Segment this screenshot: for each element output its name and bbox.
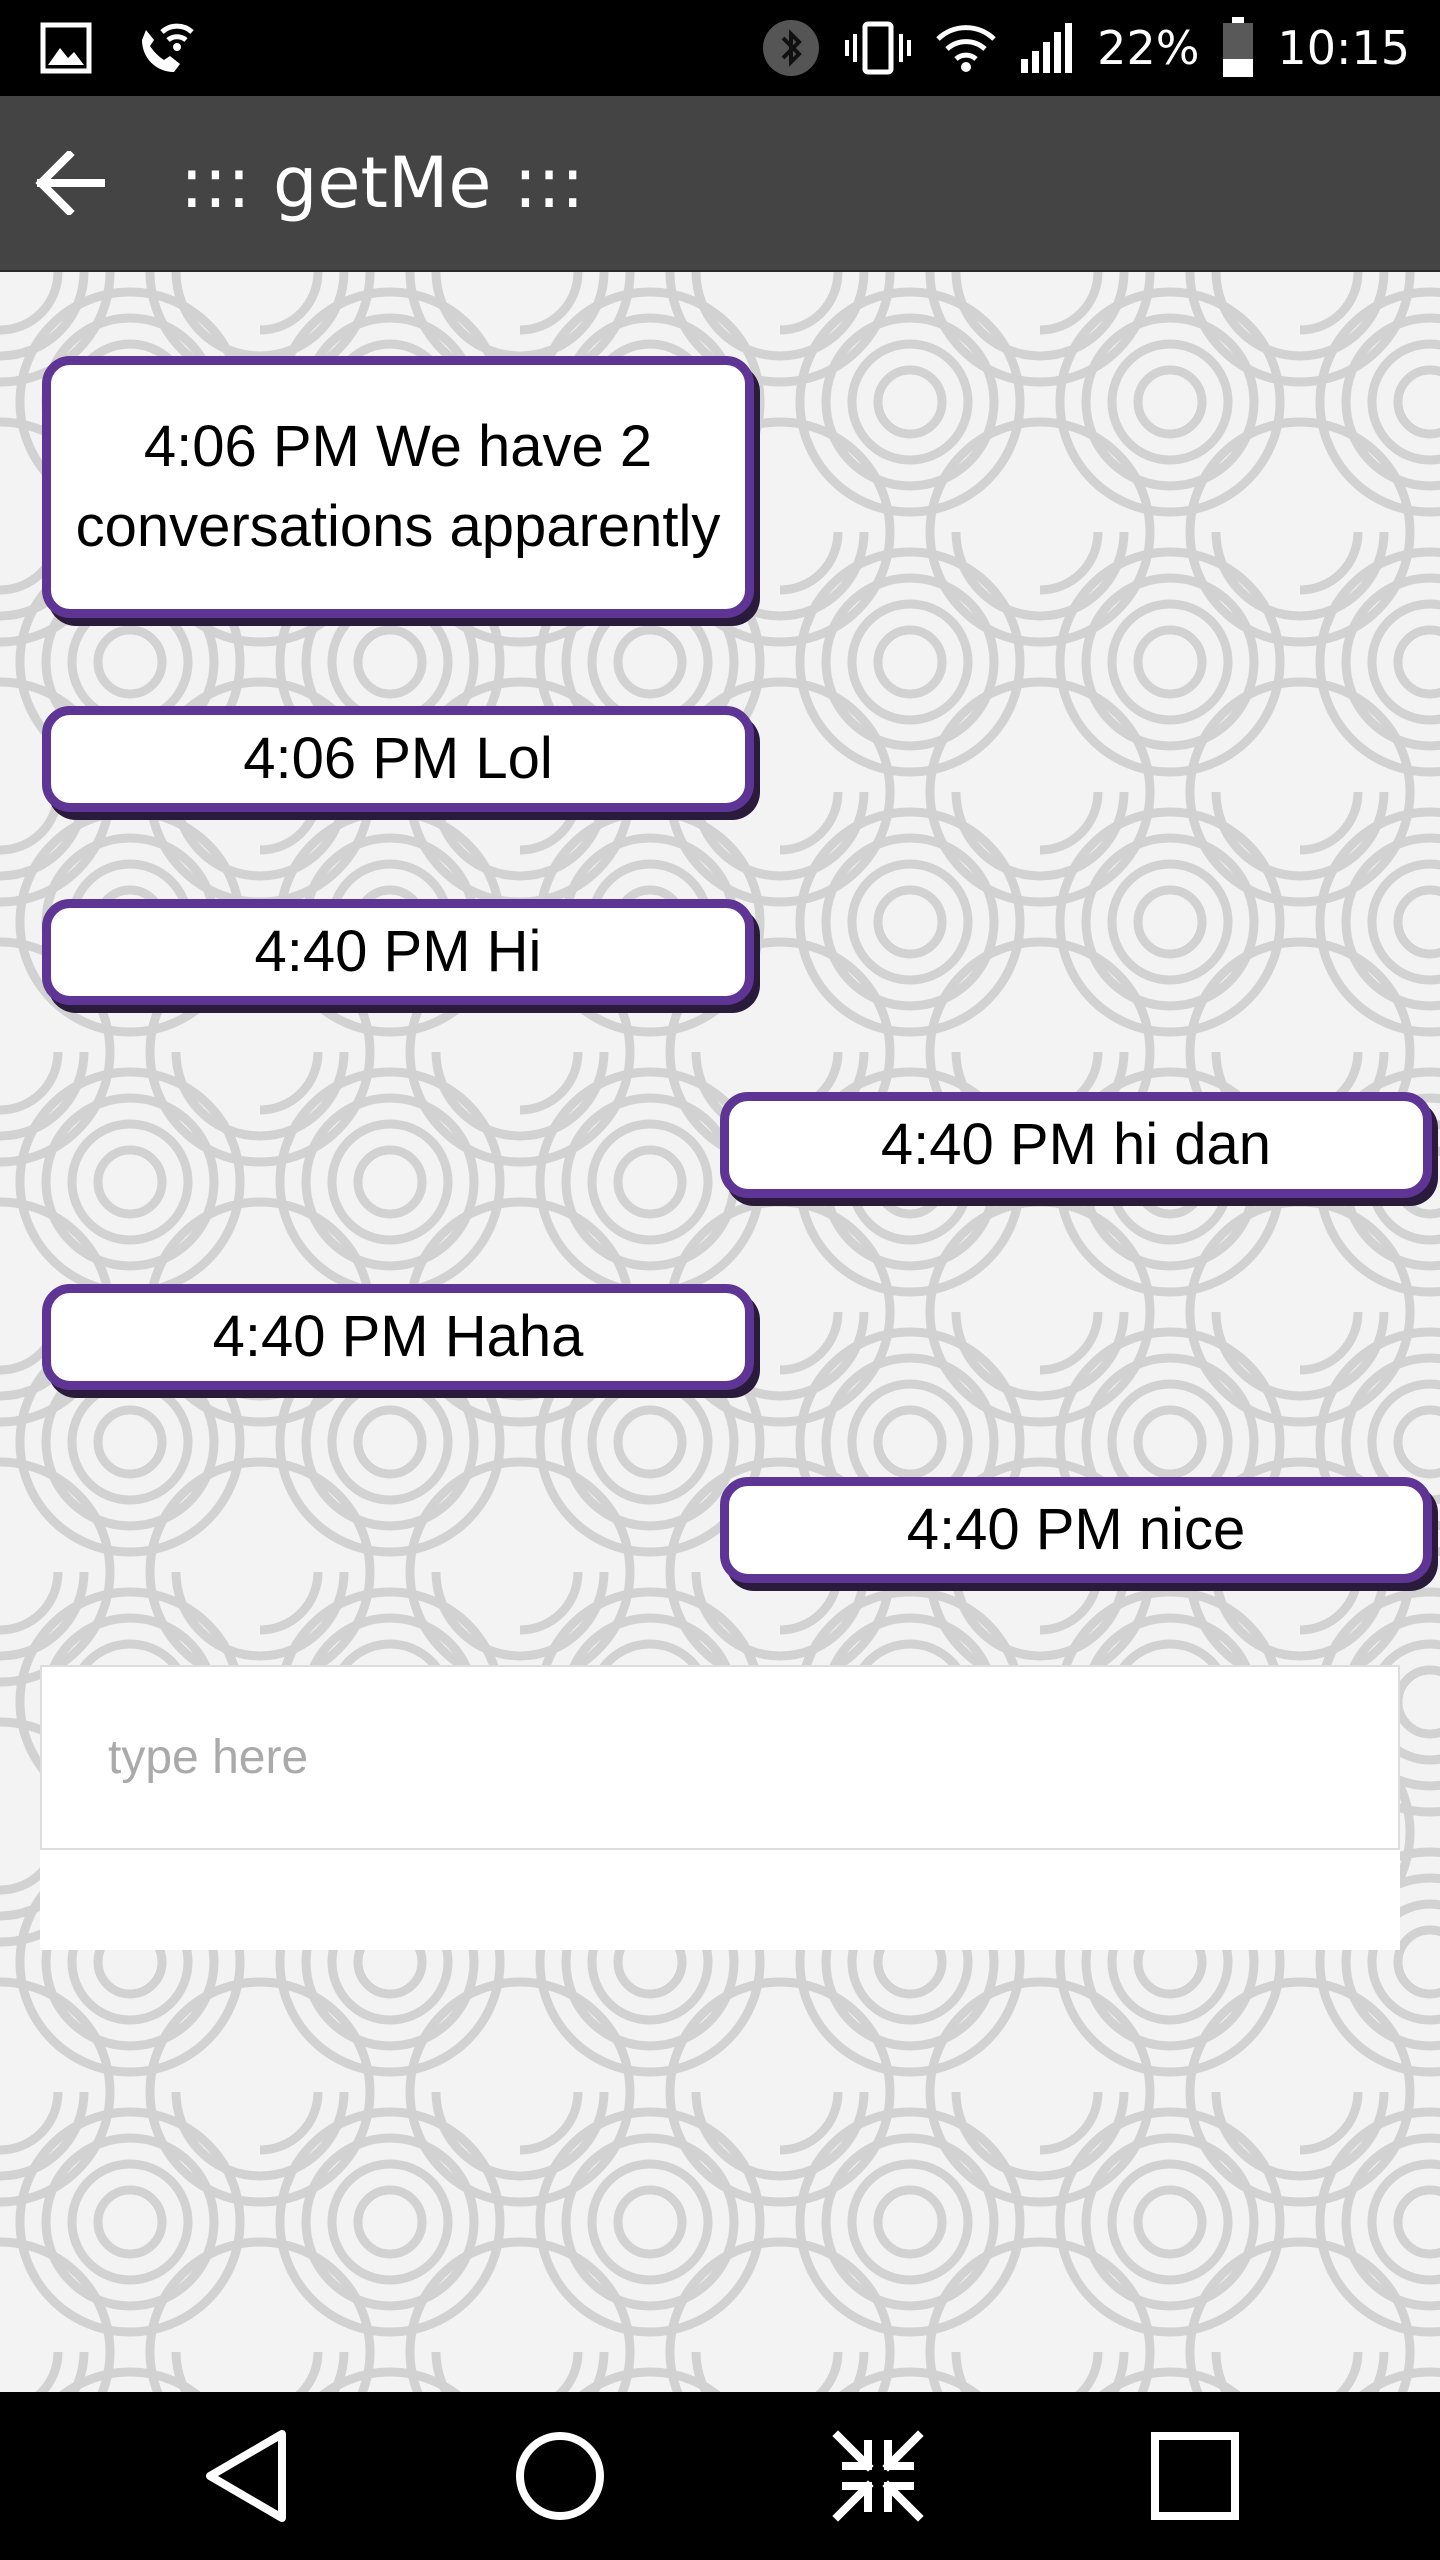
composer (40, 1665, 1400, 1950)
recents-icon (1151, 2432, 1239, 2520)
arrow-back-icon (35, 151, 105, 215)
chat-area[interactable]: 4:06 PM We have 2 conversations apparent… (0, 272, 1440, 2392)
message-bubble-outgoing[interactable]: 4:40 PM nice (720, 1477, 1432, 1583)
message-bubble[interactable]: 4:06 PM We have 2 conversations apparent… (42, 356, 754, 618)
recents-button[interactable] (1135, 2416, 1255, 2536)
navigation-bar (0, 2392, 1440, 2560)
message-text: 4:40 PM Hi (254, 919, 542, 984)
message-text: 4:06 PM We have 2 conversations apparent… (75, 414, 721, 559)
message-bubble-outgoing[interactable]: 4:40 PM hi dan (720, 1092, 1432, 1198)
app-bar: ::: getMe ::: (0, 96, 1440, 272)
vibrate-icon (843, 18, 913, 78)
message-bubble[interactable]: 4:40 PM Haha (42, 1284, 754, 1390)
bluetooth-icon (761, 18, 821, 78)
message-input[interactable] (40, 1665, 1400, 1850)
message-text: 4:40 PM hi dan (880, 1112, 1272, 1177)
wifi-calling-icon (132, 18, 196, 78)
status-bar: 22% 10:15 (0, 0, 1440, 96)
home-icon (516, 2432, 604, 2520)
collapse-icon (832, 2430, 924, 2522)
gallery-icon (40, 22, 92, 74)
nav-back-icon (206, 2430, 286, 2522)
collapse-button[interactable] (818, 2416, 938, 2536)
battery-icon (1221, 17, 1255, 79)
back-button[interactable] (20, 133, 120, 233)
message-bubble[interactable]: 4:06 PM Lol (42, 706, 754, 812)
message-bubble[interactable]: 4:40 PM Hi (42, 899, 754, 1005)
message-text: 4:06 PM Lol (243, 726, 553, 791)
battery-percent: 22% (1097, 21, 1200, 75)
nav-back-button[interactable] (185, 2416, 305, 2536)
clock: 10:15 (1277, 21, 1410, 75)
signal-icon (1019, 21, 1075, 75)
home-button[interactable] (500, 2416, 620, 2536)
wifi-icon (935, 23, 997, 73)
page-title: ::: getMe ::: (180, 142, 585, 224)
message-text: 4:40 PM Haha (212, 1304, 584, 1369)
message-text: 4:40 PM nice (906, 1497, 1246, 1562)
